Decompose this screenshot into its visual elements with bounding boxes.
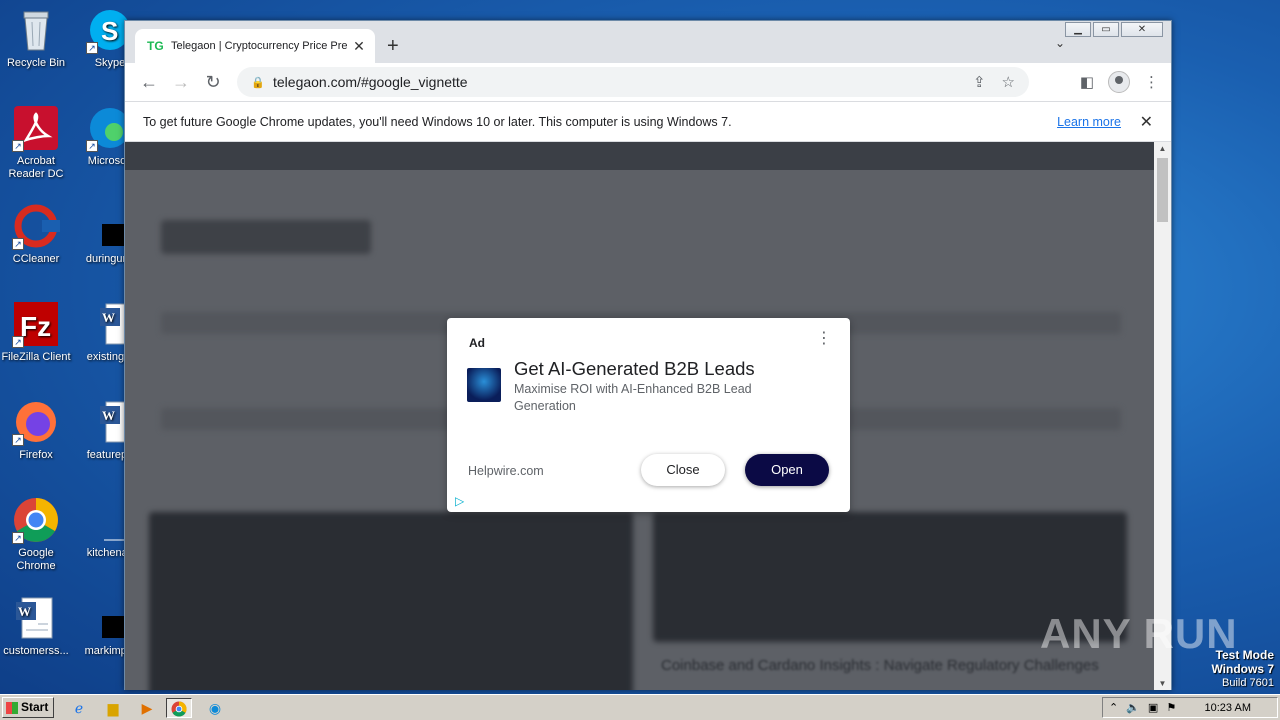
desktop-icon-acrobat[interactable]: ↗ Acrobat Reader DC [0, 104, 74, 181]
forward-button[interactable]: → [165, 72, 197, 93]
build-label: Build 7601 [1222, 677, 1274, 689]
address-bar[interactable]: 🔒 telegaon.com/#google_vignette ⇪ ☆ [237, 67, 1029, 97]
network-icon[interactable]: ▣ [1148, 701, 1158, 714]
minimize-button[interactable]: ▁ [1065, 22, 1091, 37]
chrome-icon: ↗ [12, 496, 60, 544]
adchoices-icon[interactable]: ▷ [455, 494, 464, 508]
tab-title: Telegaon | Cryptocurrency Price Pre [171, 40, 348, 52]
browser-toolbar: ← → ↻ 🔒 telegaon.com/#google_vignette ⇪ … [125, 63, 1171, 101]
profile-avatar-icon[interactable] [1108, 71, 1130, 93]
desktop-icon-recycle-bin[interactable]: Recycle Bin [0, 6, 74, 70]
site-favicon: TG [147, 39, 164, 53]
shortcut-arrow-icon: ↗ [86, 42, 98, 54]
recycle-bin-icon [12, 6, 60, 54]
firefox-icon: ↗ [12, 398, 60, 446]
desktop-icon-label: Skype [94, 57, 126, 69]
acrobat-icon: ↗ [12, 104, 60, 152]
volume-icon[interactable]: 🔈 [1126, 701, 1140, 714]
desktop-icon-label: Acrobat Reader DC [8, 155, 64, 180]
desktop-icon-customerss[interactable]: W customerss... [0, 594, 74, 658]
desktop-icon-label: customerss... [3, 645, 69, 657]
maximize-button[interactable]: ▭ [1093, 22, 1119, 37]
tray-expand-icon[interactable]: ⌃ [1109, 701, 1118, 714]
infobar-message: To get future Google Chrome updates, you… [143, 114, 732, 129]
taskbar-chrome-icon[interactable] [166, 698, 192, 718]
test-mode-label: Test Mode [1215, 648, 1274, 662]
scroll-up-arrow-icon[interactable]: ▲ [1154, 144, 1171, 153]
scroll-down-arrow-icon[interactable]: ▼ [1154, 679, 1171, 688]
ccleaner-icon: ↗ [12, 202, 60, 250]
taskbar-explorer-icon[interactable]: ▆ [100, 698, 126, 718]
windows-flag-icon [6, 702, 18, 714]
desktop-icon-ccleaner[interactable]: ↗ CCleaner [0, 202, 74, 266]
svg-text:W: W [18, 604, 31, 619]
filezilla-icon: Fz ↗ [12, 300, 60, 348]
desktop-icon-firefox[interactable]: ↗ Firefox [0, 398, 74, 462]
system-tray: ⌃ 🔈 ▣ ⚑ 10:23 AM [1102, 697, 1278, 718]
browser-tab[interactable]: TG Telegaon | Cryptocurrency Price Pre ✕ [135, 29, 375, 63]
reload-button[interactable]: ↻ [197, 72, 229, 93]
svg-text:W: W [102, 408, 115, 423]
svg-text:Fz: Fz [20, 311, 51, 342]
desktop-icon-chrome[interactable]: ↗ Google Chrome [0, 496, 74, 573]
share-icon[interactable]: ⇪ [973, 73, 986, 91]
test-mode-watermark: Test Mode Windows 7 Build 7601 [1211, 648, 1274, 690]
svg-text:W: W [102, 310, 115, 325]
desktop-icon-label: CCleaner [12, 253, 60, 265]
desktop-icon-label: Firefox [19, 449, 53, 461]
os-label: Windows 7 [1211, 662, 1274, 676]
article-headline-blurred: Coinbase and Cardano Insights : Navigate… [661, 657, 1099, 674]
ad-headline[interactable]: Get AI-Generated B2B Leads [514, 358, 755, 380]
desktop-icon-label: Recycle Bin [6, 57, 66, 69]
desktop-icon-label: Google Chrome [16, 547, 56, 572]
taskbar-ie-icon[interactable]: ℯ [66, 698, 92, 718]
start-label: Start [21, 700, 49, 714]
site-logo-blurred [161, 220, 371, 254]
tab-close-icon[interactable]: ✕ [351, 38, 367, 55]
ad-open-button[interactable]: Open [745, 454, 829, 486]
window-controls: ▁ ▭ ✕ [1065, 22, 1163, 37]
new-tab-button[interactable]: + [387, 35, 399, 58]
learn-more-link[interactable]: Learn more [1057, 115, 1121, 129]
taskbar-edge-icon[interactable]: ◉ [202, 698, 228, 718]
window-close-button[interactable]: ✕ [1121, 22, 1163, 37]
ad-close-button[interactable]: Close [641, 454, 725, 486]
shortcut-arrow-icon: ↗ [12, 140, 24, 152]
back-button[interactable]: ← [133, 72, 165, 93]
ad-vignette-dialog: Ad ⋮ Get AI-Generated B2B Leads Maximise… [447, 318, 850, 512]
clock[interactable]: 10:23 AM [1205, 702, 1277, 714]
ad-label: Ad [469, 336, 485, 350]
taskbar-media-player-icon[interactable]: ▶ [134, 698, 160, 718]
anyrun-watermark: ANY RUN [1040, 610, 1238, 657]
ad-options-kebab-icon[interactable]: ⋮ [816, 331, 832, 347]
bookmark-star-icon[interactable]: ☆ [1002, 73, 1015, 91]
shortcut-arrow-icon: ↗ [86, 140, 98, 152]
shortcut-arrow-icon: ↗ [12, 336, 24, 348]
lock-icon[interactable]: 🔒 [251, 76, 273, 89]
site-top-strip [125, 142, 1155, 170]
ad-domain[interactable]: Helpwire.com [468, 464, 544, 478]
page-scrollbar[interactable]: ▲ ▼ [1154, 142, 1171, 690]
tab-search-chevron-icon[interactable]: ⌄ [1055, 36, 1065, 50]
menu-kebab-icon[interactable]: ⋮ [1144, 73, 1159, 91]
shortcut-arrow-icon: ↗ [12, 532, 24, 544]
article-card-left [149, 512, 633, 690]
word-document-icon: W [12, 594, 60, 642]
desktop-icon-filezilla[interactable]: Fz ↗ FileZilla Client [0, 300, 74, 364]
start-button[interactable]: Start [2, 697, 54, 718]
shortcut-arrow-icon: ↗ [12, 434, 24, 446]
desktop-icon-label: FileZilla Client [1, 351, 71, 363]
side-panel-icon[interactable]: ◧ [1080, 73, 1094, 91]
ad-description[interactable]: Maximise ROI with AI-Enhanced B2B Lead G… [514, 381, 804, 415]
action-center-flag-icon[interactable]: ⚑ [1166, 701, 1176, 714]
shortcut-arrow-icon: ↗ [12, 238, 24, 250]
taskbar: Start ℯ ▆ ▶ ◉ ⌃ 🔈 ▣ ⚑ 10:23 AM [0, 694, 1280, 720]
update-infobar: To get future Google Chrome updates, you… [125, 101, 1171, 142]
scroll-thumb[interactable] [1157, 158, 1168, 222]
url-text[interactable]: telegaon.com/#google_vignette [273, 74, 468, 90]
svg-text:S: S [101, 16, 118, 46]
ad-thumbnail-image[interactable] [467, 368, 501, 402]
infobar-close-icon[interactable]: ✕ [1140, 112, 1153, 132]
